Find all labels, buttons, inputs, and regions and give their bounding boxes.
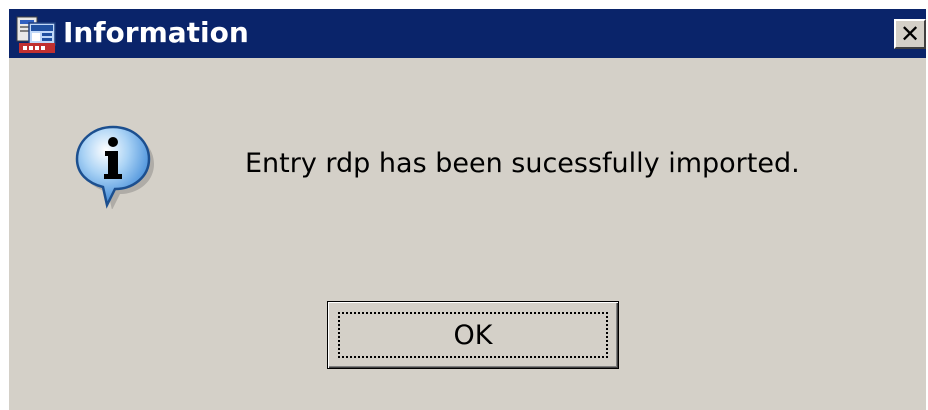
information-dialog: Information ✕ Entry rdp has been sucessf… xyxy=(0,0,928,410)
app-icon xyxy=(15,15,59,55)
title-bar[interactable]: Information ✕ xyxy=(9,9,926,58)
ok-button[interactable]: OK xyxy=(327,301,619,369)
ok-button-label: OK xyxy=(453,319,493,351)
close-button[interactable]: ✕ xyxy=(894,19,926,49)
information-icon xyxy=(75,125,155,210)
close-icon: ✕ xyxy=(899,20,921,48)
message-text: Entry rdp has been sucessfully imported. xyxy=(245,148,800,179)
window-title: Information xyxy=(63,16,249,49)
